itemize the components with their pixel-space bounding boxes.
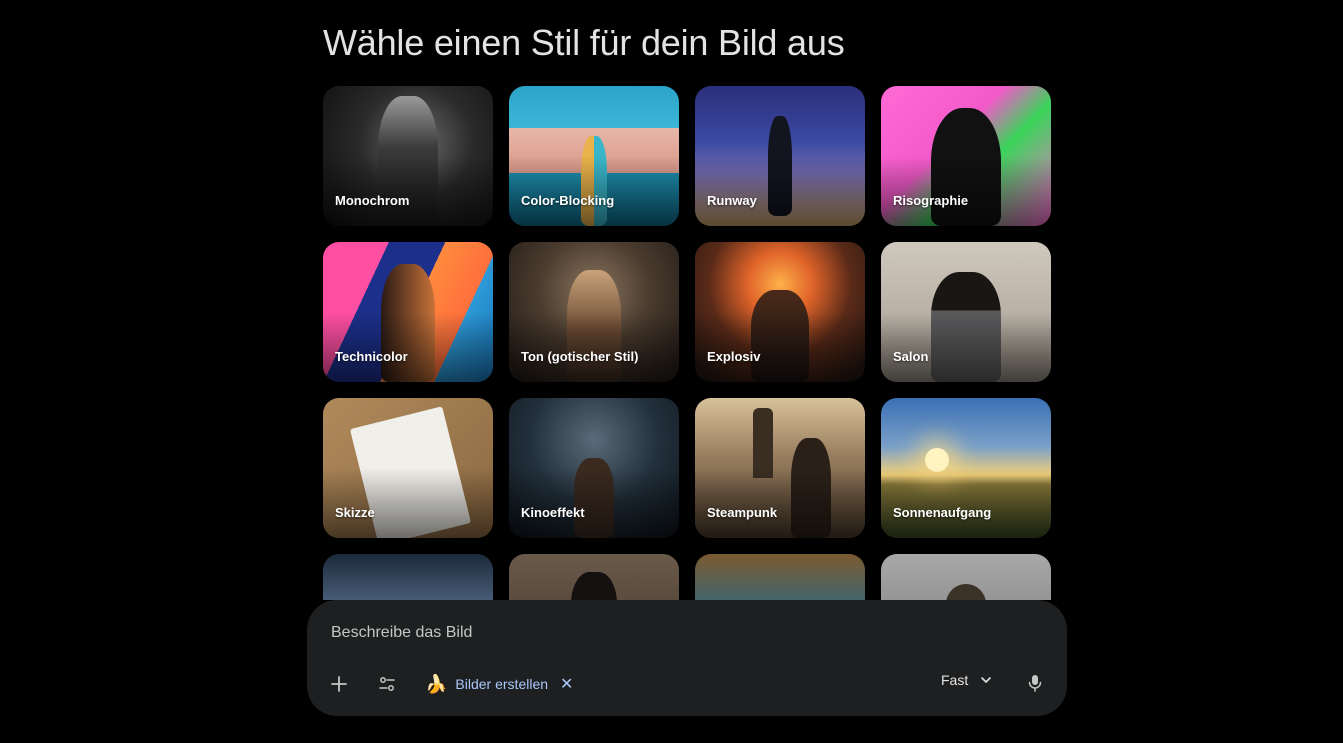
tool-chip-image-generation[interactable]: 🍌 Bilder erstellen ✕ — [425, 671, 573, 697]
style-card-label: Kinoeffekt — [521, 505, 585, 520]
style-card-label: Technicolor — [335, 349, 408, 364]
banana-icon: 🍌 — [425, 674, 448, 694]
card-image-figure — [571, 572, 617, 600]
style-card[interactable] — [695, 554, 865, 600]
page: Wähle einen Stil für dein Bild aus Monoc… — [0, 0, 1343, 743]
model-selector-value: Fast — [941, 672, 969, 688]
style-card-color-blocking[interactable]: Color-Blocking — [509, 86, 679, 226]
prompt-box: Beschreibe das Bild 🍌 Bilder erstellen ✕… — [307, 600, 1067, 716]
style-card-label: Steampunk — [707, 505, 778, 520]
style-card-technicolor[interactable]: Technicolor — [323, 242, 493, 382]
style-card-monochrom[interactable]: Monochrom — [323, 86, 493, 226]
style-card-label: Salon — [893, 349, 929, 364]
style-card-steampunk[interactable]: Steampunk — [695, 398, 865, 538]
model-selector[interactable]: Fast — [941, 672, 992, 688]
microphone-icon[interactable] — [1019, 667, 1051, 699]
plus-icon[interactable] — [323, 668, 355, 700]
style-card-label: Skizze — [335, 505, 375, 520]
style-card-label: Monochrom — [335, 193, 410, 208]
style-card[interactable] — [509, 554, 679, 600]
close-icon[interactable]: ✕ — [560, 674, 573, 694]
prompt-input[interactable]: Beschreibe das Bild — [331, 624, 472, 642]
style-card[interactable] — [881, 554, 1051, 600]
tune-icon[interactable] — [371, 668, 403, 700]
chevron-down-icon — [981, 677, 992, 683]
page-title: Wähle einen Stil für dein Bild aus — [323, 22, 845, 63]
style-card-runway[interactable]: Runway — [695, 86, 865, 226]
tool-chip-label: Bilder erstellen — [455, 676, 549, 692]
style-card-kinoeffekt[interactable]: Kinoeffekt — [509, 398, 679, 538]
style-card-ton-gotischer-stil[interactable]: Ton (gotischer Stil) — [509, 242, 679, 382]
style-card-label: Risographie — [893, 193, 969, 208]
style-card-label: Ton (gotischer Stil) — [521, 349, 639, 364]
style-gallery[interactable]: Monochrom Color-Blocking Runway Risograp… — [323, 86, 1051, 600]
style-card-label: Runway — [707, 193, 757, 208]
style-card-salon[interactable]: Salon — [881, 242, 1051, 382]
style-card-risographie[interactable]: Risographie — [881, 86, 1051, 226]
style-card-explosiv[interactable]: Explosiv — [695, 242, 865, 382]
card-image-object — [946, 584, 986, 600]
style-card-label: Explosiv — [707, 349, 761, 364]
style-card-sonnenaufgang[interactable]: Sonnenaufgang — [881, 398, 1051, 538]
style-card-skizze[interactable]: Skizze — [323, 398, 493, 538]
style-grid: Monochrom Color-Blocking Runway Risograp… — [323, 86, 1051, 600]
style-card-label: Color-Blocking — [521, 193, 615, 208]
style-card[interactable] — [323, 554, 493, 600]
style-card-label: Sonnenaufgang — [893, 505, 992, 520]
